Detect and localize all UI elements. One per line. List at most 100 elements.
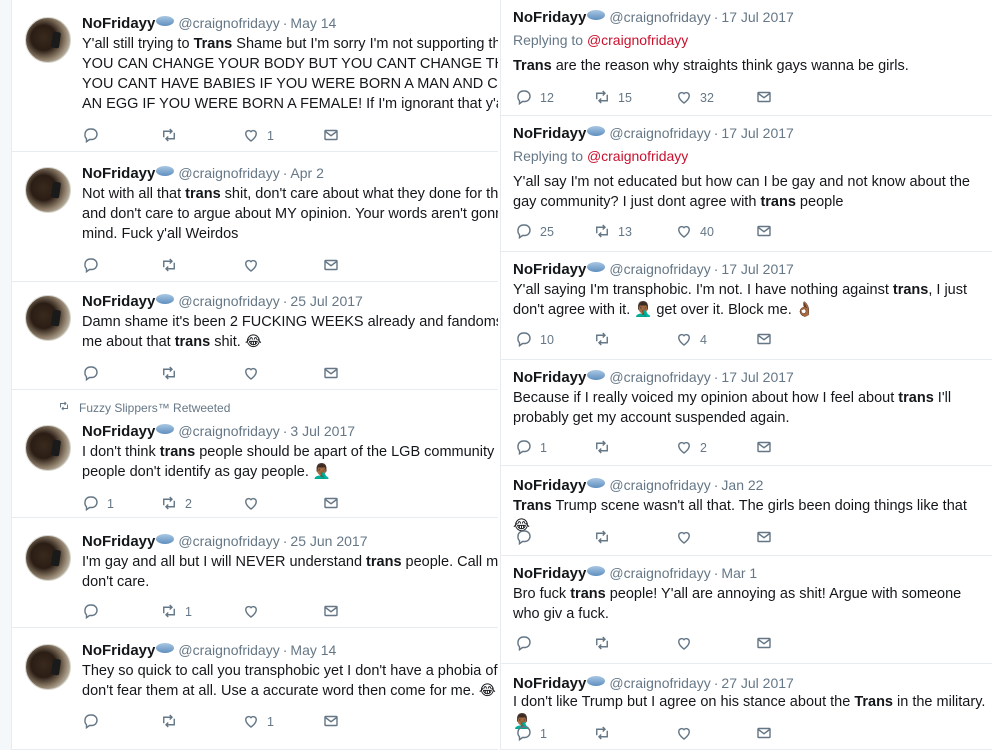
like-button[interactable]: 4	[675, 330, 707, 350]
tweet-date[interactable]: 25 Jun 2017	[290, 533, 367, 549]
tweet-date[interactable]: May 14	[290, 642, 336, 658]
direct-message-button[interactable]	[322, 494, 340, 514]
tweet-date[interactable]: 17 Jul 2017	[721, 125, 793, 141]
direct-message-button[interactable]	[322, 602, 340, 622]
tweet[interactable]: NoFridayy @craignofridayy · 27 Jul 2017 I do…	[501, 664, 992, 750]
reply-button[interactable]	[82, 256, 107, 276]
user-handle[interactable]: @craignofridayy	[178, 293, 279, 309]
tweet-date[interactable]: Jan 22	[721, 477, 763, 493]
reply-button[interactable]	[515, 634, 540, 654]
tweet-date[interactable]: 27 Jul 2017	[721, 675, 793, 691]
direct-message-button[interactable]	[755, 330, 773, 350]
avatar[interactable]	[25, 535, 71, 581]
avatar[interactable]	[25, 295, 71, 341]
display-name[interactable]: NoFridayy	[513, 565, 586, 582]
retweet-button[interactable]	[160, 364, 185, 384]
direct-message-button[interactable]	[755, 724, 773, 744]
direct-message-button[interactable]	[755, 528, 773, 548]
like-button[interactable]: 1	[242, 126, 274, 146]
reply-button[interactable]	[82, 126, 107, 146]
user-handle[interactable]: @craignofridayy	[609, 125, 710, 141]
display-name[interactable]: NoFridayy	[82, 15, 155, 32]
avatar[interactable]	[25, 644, 71, 690]
like-button[interactable]: 1	[242, 712, 274, 732]
tweet-date[interactable]: 17 Jul 2017	[721, 369, 793, 385]
reply-button[interactable]	[82, 364, 107, 384]
display-name[interactable]: NoFridayy	[513, 477, 586, 494]
replying-to-handle[interactable]: @craignofridayy	[587, 32, 688, 48]
display-name[interactable]: NoFridayy	[513, 125, 586, 142]
user-handle[interactable]: @craignofridayy	[178, 15, 279, 31]
retweet-button[interactable]	[593, 634, 618, 654]
user-handle[interactable]: @craignofridayy	[178, 642, 279, 658]
replying-to-handle[interactable]: @craignofridayy	[587, 148, 688, 164]
display-name[interactable]: NoFridayy	[513, 261, 586, 278]
tweet[interactable]: Fuzzy Slippers™ Retweeted NoFridayy @craig…	[12, 390, 498, 518]
user-handle[interactable]: @craignofridayy	[609, 9, 710, 25]
tweet-date[interactable]: May 14	[290, 15, 336, 31]
direct-message-button[interactable]	[322, 712, 340, 732]
user-handle[interactable]: @craignofridayy	[178, 423, 279, 439]
display-name[interactable]: NoFridayy	[513, 675, 586, 692]
like-button[interactable]	[242, 494, 267, 514]
reply-button[interactable]: 1	[515, 438, 547, 458]
like-button[interactable]	[675, 724, 700, 744]
tweet[interactable]: NoFridayy @craignofridayy · 17 Jul 2017 Repl…	[501, 116, 992, 252]
display-name[interactable]: NoFridayy	[82, 642, 155, 659]
direct-message-button[interactable]	[755, 88, 773, 108]
like-button[interactable]	[675, 634, 700, 654]
like-button[interactable]: 32	[675, 88, 714, 108]
like-button[interactable]: 2	[675, 438, 707, 458]
tweet[interactable]: NoFridayy @craignofridayy · 25 Jul 2017 Damn…	[12, 282, 498, 390]
user-handle[interactable]: @craignofridayy	[609, 565, 710, 581]
tweet[interactable]: NoFridayy @craignofridayy · 25 Jun 2017 I'm …	[12, 518, 498, 628]
avatar[interactable]	[25, 425, 71, 471]
tweet-date[interactable]: 17 Jul 2017	[721, 9, 793, 25]
retweet-button[interactable]	[160, 712, 185, 732]
tweet[interactable]: NoFridayy @craignofridayy · 17 Jul 2017 Y'al…	[501, 252, 992, 360]
user-handle[interactable]: @craignofridayy	[178, 165, 279, 181]
reply-button[interactable]: 10	[515, 330, 554, 350]
like-button[interactable]	[675, 528, 700, 548]
display-name[interactable]: NoFridayy	[82, 423, 155, 440]
retweet-button[interactable]	[160, 126, 185, 146]
tweet[interactable]: NoFridayy @craignofridayy · 17 Jul 2017 Repl…	[501, 0, 992, 116]
reply-button[interactable]	[515, 528, 540, 548]
direct-message-button[interactable]	[755, 438, 773, 458]
retweet-button[interactable]: 1	[160, 602, 192, 622]
direct-message-button[interactable]	[322, 364, 340, 384]
direct-message-button[interactable]	[322, 256, 340, 276]
direct-message-button[interactable]	[322, 126, 340, 146]
reply-button[interactable]: 25	[515, 222, 554, 242]
retweet-button[interactable]	[593, 724, 618, 744]
display-name[interactable]: NoFridayy	[82, 165, 155, 182]
tweet-date[interactable]: Mar 1	[721, 565, 757, 581]
tweet[interactable]: NoFridayy @craignofridayy · May 14 Y'all sti…	[12, 0, 498, 152]
tweet[interactable]: NoFridayy @craignofridayy · 17 Jul 2017 Beca…	[501, 360, 992, 466]
reply-button[interactable]: 1	[82, 494, 114, 514]
tweet-date[interactable]: 17 Jul 2017	[721, 261, 793, 277]
tweet[interactable]: NoFridayy @craignofridayy · Jan 22 Trans Tru…	[501, 466, 992, 556]
user-handle[interactable]: @craignofridayy	[609, 261, 710, 277]
user-handle[interactable]: @craignofridayy	[609, 675, 710, 691]
retweet-button[interactable]: 2	[160, 494, 192, 514]
user-handle[interactable]: @craignofridayy	[178, 533, 279, 549]
avatar[interactable]	[25, 17, 71, 63]
display-name[interactable]: NoFridayy	[82, 293, 155, 310]
retweet-button[interactable]: 13	[593, 222, 632, 242]
tweet-date[interactable]: 3 Jul 2017	[290, 423, 355, 439]
user-handle[interactable]: @craignofridayy	[609, 477, 710, 493]
tweet-date[interactable]: Apr 2	[290, 165, 323, 181]
like-button[interactable]	[242, 602, 267, 622]
user-handle[interactable]: @craignofridayy	[609, 369, 710, 385]
retweet-button[interactable]: 15	[593, 88, 632, 108]
reply-button[interactable]	[82, 602, 107, 622]
tweet-date[interactable]: 25 Jul 2017	[290, 293, 362, 309]
display-name[interactable]: NoFridayy	[82, 533, 155, 550]
retweeted-label[interactable]: Fuzzy Slippers™ Retweeted	[57, 400, 230, 415]
reply-button[interactable]: 12	[515, 88, 554, 108]
reply-button[interactable]	[82, 712, 107, 732]
display-name[interactable]: NoFridayy	[513, 369, 586, 386]
display-name[interactable]: NoFridayy	[513, 9, 586, 26]
reply-button[interactable]: 1	[515, 724, 547, 744]
